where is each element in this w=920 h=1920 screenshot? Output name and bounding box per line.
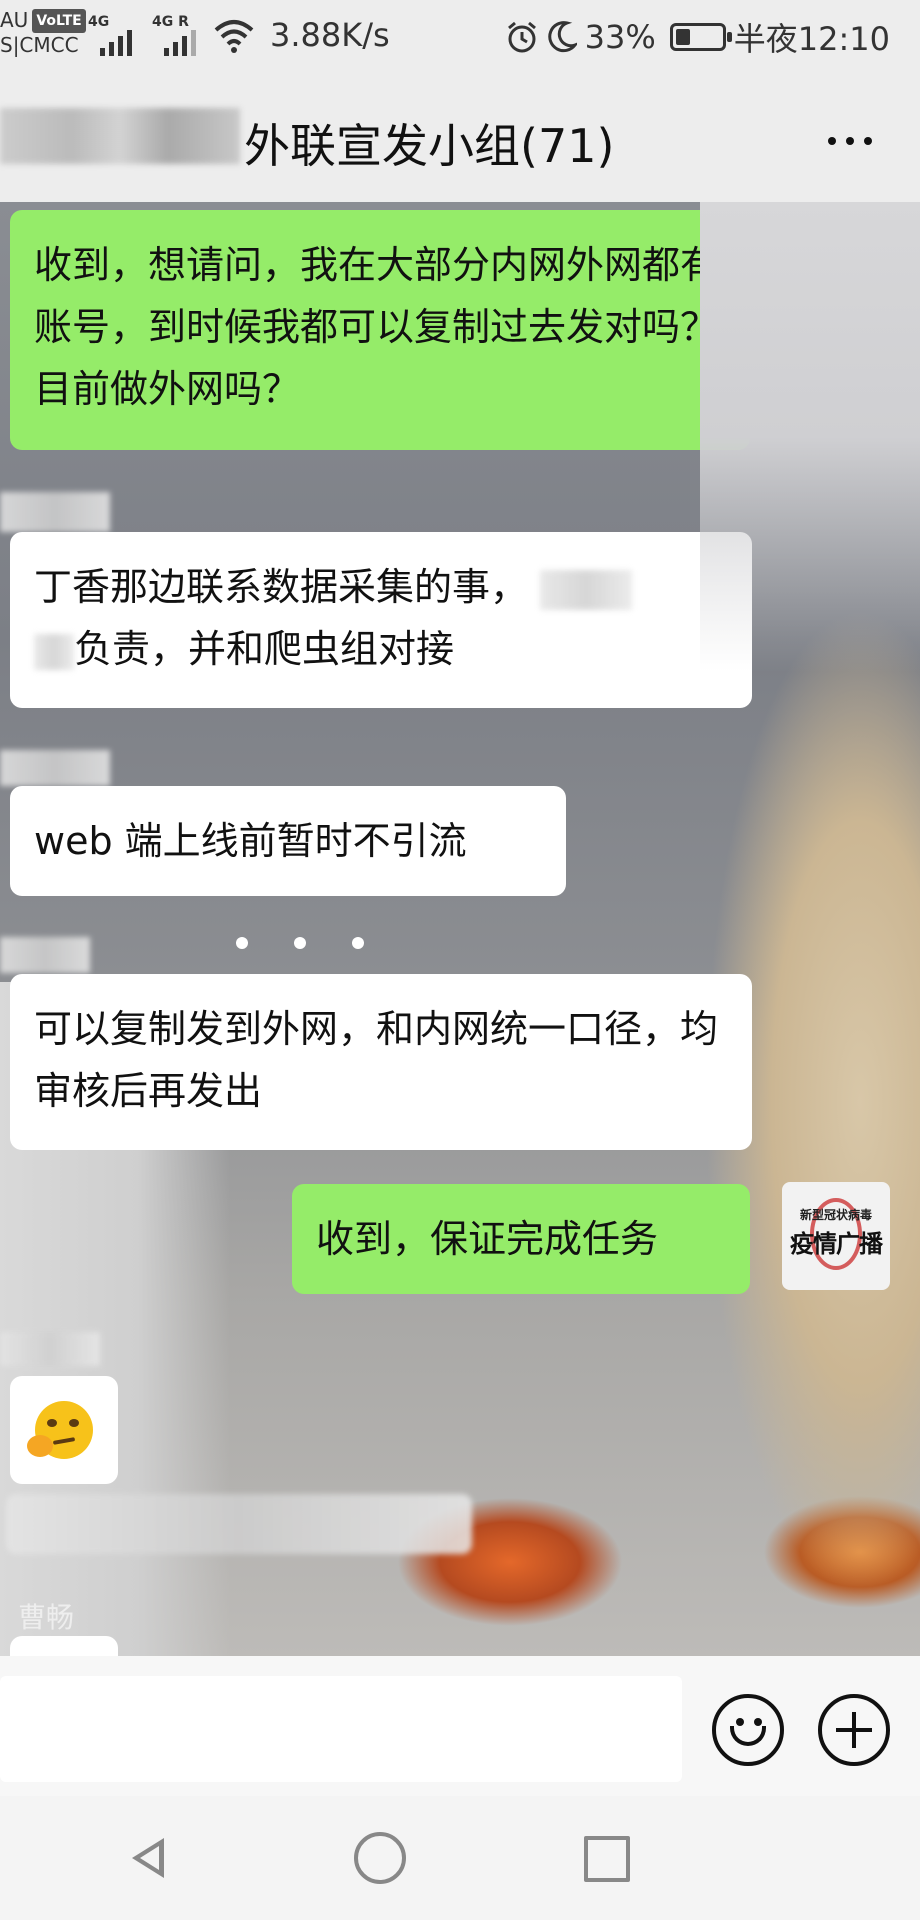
blurred-sender-name [0, 492, 110, 532]
message-bubble-sent[interactable]: 收到，保证完成任务 [292, 1184, 750, 1294]
carrier-name: S|CMCC [0, 33, 79, 57]
group-title: 外联宣发小组(71) [244, 119, 615, 173]
more-messages-indicator [236, 937, 364, 949]
message-text: 收到，想请问，我在大部分内网外网都有账号，到时候我都可以复制过去发对吗？目前做外… [34, 243, 719, 411]
blurred-name [34, 633, 74, 670]
biohazard-icon [810, 224, 862, 296]
message-text: web 端上线前暂时不引流 [34, 819, 467, 863]
message-input[interactable] [0, 1676, 682, 1782]
blurred-sender-name [0, 750, 110, 786]
message-text: 丁香那边联系数据采集的事， [34, 565, 529, 609]
avatar-caption: 新型冠状病毒 [799, 1208, 872, 1222]
plus-button[interactable] [818, 1694, 890, 1766]
avatar-caption: 新型冠状病毒 [799, 234, 872, 248]
blurred-message [6, 1494, 472, 1554]
dot-icon [236, 937, 248, 949]
dot-icon [828, 137, 836, 145]
message-bubble-received[interactable] [10, 1636, 118, 1656]
volte-badge: VoLTE [32, 9, 86, 33]
home-button[interactable] [354, 1832, 406, 1884]
status-right: 33% 半夜12:10 [505, 14, 890, 60]
battery-icon [669, 23, 732, 51]
message-text: 收到，保证完成任务 [316, 1217, 659, 1261]
avatar-title: 疫情广播 [790, 1230, 883, 1258]
sender-name: 曹畅 [18, 1601, 75, 1634]
blurred-name [540, 569, 633, 610]
dot-icon [352, 937, 364, 949]
clock: 半夜12:10 [733, 20, 890, 58]
alarm-icon [507, 21, 536, 53]
emoji-button[interactable] [712, 1694, 784, 1766]
wifi-icon [214, 20, 254, 53]
more-options-button[interactable] [820, 126, 880, 156]
recent-apps-button[interactable] [584, 1836, 630, 1882]
blurred-group-prefix [0, 108, 240, 164]
battery-percent: 33% [584, 18, 656, 56]
carrier-info: AU VoLTE S|CMCC [0, 8, 86, 57]
avatar-title: 疫情广播 [790, 256, 883, 284]
chat-header: 外联宣发小组(71) [0, 76, 920, 202]
message-bubble-sent[interactable]: 收到，想请问，我在大部分内网外网都有账号，到时候我都可以复制过去发对吗？目前做外… [10, 210, 750, 450]
signal-icon: 4G [88, 14, 148, 56]
signal-icon: 4G R [152, 14, 212, 56]
dot-icon [846, 137, 854, 145]
chat-area[interactable]: 收到，想请问，我在大部分内网外网都有账号，到时候我都可以复制过去发对吗？目前做外… [0, 202, 920, 1656]
emoji-message[interactable] [10, 1376, 118, 1484]
message-bubble-received[interactable]: 丁香那边联系数据采集的事， 负责，并和爬虫组对接 [10, 532, 752, 708]
status-bar: AU VoLTE S|CMCC 4G 4G R 3.88K/s 33% 半夜12:… [0, 0, 920, 76]
message-text: 可以复制发到外网，和内网统一口径，均审核后再发出 [34, 1007, 719, 1113]
avatar[interactable]: 新型冠状病毒 疫情广播 [782, 208, 890, 316]
back-button[interactable] [124, 1832, 176, 1884]
thinking-emoji-icon [27, 1401, 93, 1459]
moon-icon [547, 21, 577, 53]
smile-icon [736, 1718, 744, 1726]
message-text: 负责，并和爬虫组对接 [74, 627, 455, 671]
system-nav-bar [0, 1796, 920, 1920]
blurred-sender-name [0, 937, 90, 973]
carrier-top: AU [0, 8, 29, 32]
avatar[interactable]: 新型冠状病毒 疫情广播 [782, 1182, 890, 1290]
blurred-sender-name [0, 1332, 100, 1366]
input-bar [0, 1656, 920, 1796]
dot-icon [864, 137, 872, 145]
battery-level [675, 29, 691, 45]
net-speed: 3.88K/s [270, 16, 390, 54]
dot-icon [294, 937, 306, 949]
message-bubble-received[interactable]: 可以复制发到外网，和内网统一口径，均审核后再发出 [10, 974, 752, 1150]
message-bubble-received[interactable]: web 端上线前暂时不引流 [10, 786, 566, 896]
